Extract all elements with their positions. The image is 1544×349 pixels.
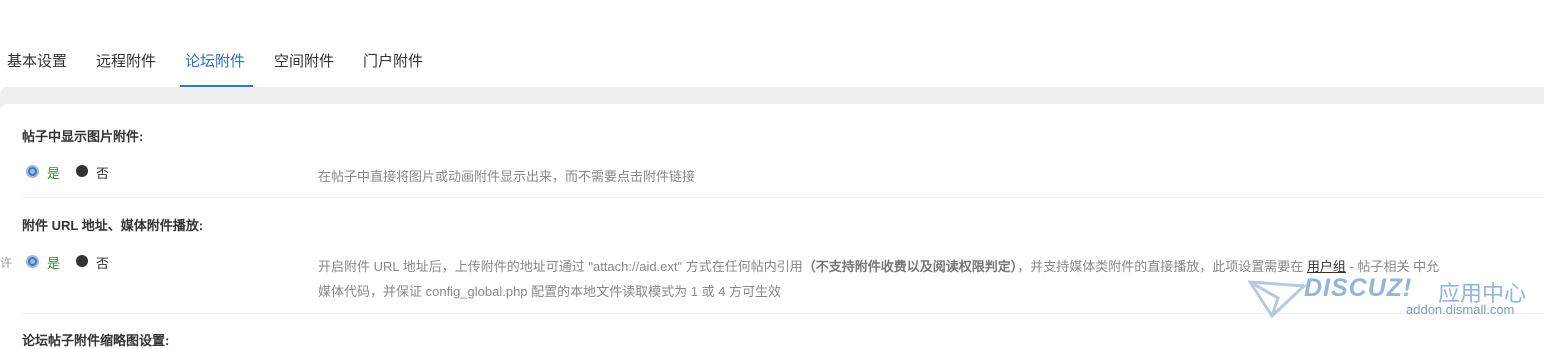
radio-label-yes[interactable]: 是: [47, 253, 60, 272]
tab-forum-attachments[interactable]: 论坛附件: [185, 50, 245, 71]
paper-plane-icon: [1248, 280, 1308, 319]
setting-title-attachment-url: 附件 URL 地址、媒体附件播放:: [22, 218, 204, 233]
divider: [22, 197, 1544, 198]
radio-show-image-no[interactable]: [76, 165, 88, 177]
desc-text: 开启附件 URL 地址后，上传附件的地址可通过 "attach://aid.ex…: [318, 259, 803, 274]
watermark-brand: DISCUZ!: [1304, 274, 1413, 302]
tab-bar: 基本设置 远程附件 论坛附件 空间附件 门户附件: [0, 0, 1544, 88]
tab-remote-attachments[interactable]: 远程附件: [96, 50, 156, 71]
setting-title-thumbnail: 论坛帖子附件缩略图设置:: [22, 333, 170, 348]
truncated-label-char: 许: [0, 256, 13, 270]
desc-bold-note: （不支持附件收费以及阅读权限判定）: [802, 259, 1018, 274]
tab-basic-settings[interactable]: 基本设置: [7, 50, 67, 71]
setting-description-show-image: 在帖子中直接将图片或动画附件显示出来，而不需要点击附件链接: [318, 169, 696, 184]
setting-description-attachment-url-line2: 媒体代码，并保证 config_global.php 配置的本地文件读取模式为 …: [318, 284, 782, 299]
setting-title-show-image: 帖子中显示图片附件:: [22, 129, 144, 144]
radio-label-no[interactable]: 否: [96, 163, 109, 182]
radio-attachment-url-no[interactable]: [76, 255, 88, 267]
radio-label-no[interactable]: 否: [96, 253, 109, 272]
radio-label-yes[interactable]: 是: [47, 163, 60, 182]
radio-attachment-url-yes[interactable]: [26, 255, 39, 268]
watermark-url: addon.dismall.com: [1406, 302, 1515, 317]
discuz-watermark: DISCUZ! 应用中心 addon.dismall.com: [1248, 272, 1538, 322]
tab-space-attachments[interactable]: 空间附件: [274, 50, 334, 71]
tab-portal-attachments[interactable]: 门户附件: [363, 50, 423, 71]
radio-show-image-yes[interactable]: [26, 165, 39, 178]
